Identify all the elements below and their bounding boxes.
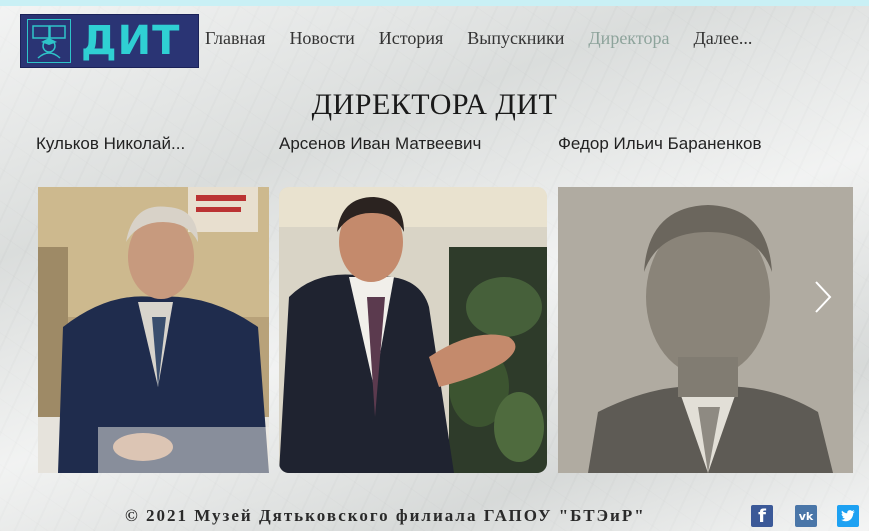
vk-icon[interactable]: vk (795, 505, 817, 527)
director-photo-1[interactable] (38, 187, 269, 473)
nav-item-home[interactable]: Главная (205, 28, 265, 49)
director-name-baranenkov[interactable]: Федор Ильич Бараненков (558, 134, 762, 154)
twitter-icon[interactable] (837, 505, 859, 527)
logo-emblem-icon (27, 19, 71, 63)
director-name-arsenov[interactable]: Арсенов Иван Матвеевич (279, 134, 481, 154)
main-nav: Главная Новости История Выпускники Дирек… (205, 28, 752, 49)
director-photo-2[interactable] (279, 187, 547, 473)
director-photo-3[interactable] (558, 187, 853, 473)
nav-item-graduates[interactable]: Выпускники (467, 28, 564, 49)
nav-item-news[interactable]: Новости (289, 28, 354, 49)
facebook-icon[interactable]: f (751, 505, 773, 527)
site-logo[interactable]: ДИТ (20, 14, 199, 68)
page-title: ДИРЕКТОРА ДИТ (311, 88, 558, 121)
nav-item-more[interactable]: Далее... (693, 28, 752, 49)
page: ДИТ Главная Новости История Выпускники Д… (0, 0, 869, 531)
logo-text: ДИТ (81, 18, 181, 64)
nav-item-directors[interactable]: Директора (588, 28, 669, 49)
footer-copyright: © 2021 Музей Дятьковского филиала ГАПОУ … (125, 506, 646, 525)
director-name-kulkov[interactable]: Кульков Николай... (36, 134, 185, 154)
slider-next-arrow-icon[interactable] (812, 279, 834, 315)
nav-item-history[interactable]: История (379, 28, 444, 49)
